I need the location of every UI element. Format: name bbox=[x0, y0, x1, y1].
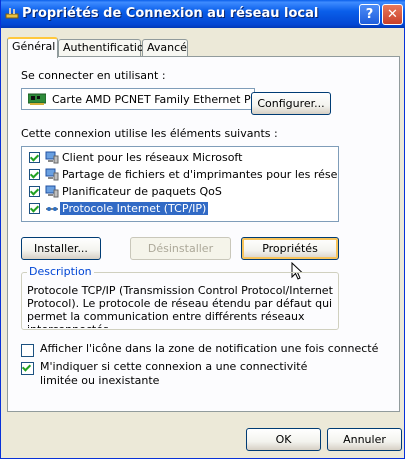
network-connection-icon bbox=[5, 8, 19, 19]
show-icon-label: Afficher l'icône dans la zone de notific… bbox=[40, 342, 379, 355]
notify-checkbox[interactable] bbox=[21, 362, 34, 375]
title-bar[interactable]: Propriétés de Connexion au réseau local … bbox=[1, 0, 405, 28]
description-title: Description bbox=[27, 265, 94, 278]
tab-authentication[interactable]: Authentification bbox=[58, 39, 151, 56]
configure-button[interactable]: Configurer... bbox=[251, 92, 331, 115]
list-item[interactable]: Partage de fichiers et d'imprimantes pou… bbox=[22, 166, 338, 183]
notify-label: M'indiquer si cette connexion a une conn… bbox=[40, 360, 308, 387]
description-text: Protocole TCP/IP (Transmission Control P… bbox=[27, 284, 333, 328]
network-adapter-icon bbox=[28, 93, 46, 105]
item-label: Partage de fichiers et d'imprimantes pou… bbox=[62, 168, 338, 181]
tab-general[interactable]: Général bbox=[7, 37, 58, 58]
item-checkbox[interactable] bbox=[29, 152, 40, 163]
show-icon-checkbox[interactable] bbox=[21, 344, 34, 357]
help-button[interactable]: ? bbox=[359, 4, 380, 25]
properties-dialog: Propriétés de Connexion au réseau local … bbox=[0, 0, 405, 459]
items-label: Cette connexion utilise les éléments sui… bbox=[21, 127, 278, 140]
list-item-selected[interactable]: Protocole Internet (TCP/IP) bbox=[22, 200, 338, 217]
item-checkbox[interactable] bbox=[29, 169, 40, 180]
adapter-field: Carte AMD PCNET Family Ethernet P bbox=[21, 88, 255, 110]
connect-using-label: Se connecter en utilisant : bbox=[21, 69, 166, 82]
close-button[interactable]: ✕ bbox=[382, 4, 403, 25]
item-checkbox[interactable] bbox=[29, 203, 40, 214]
file-printer-sharing-icon bbox=[45, 168, 59, 181]
cancel-button[interactable]: Annuler bbox=[327, 428, 402, 451]
uninstall-button[interactable]: Désinstaller bbox=[130, 237, 231, 260]
list-item[interactable]: Client pour les réseaux Microsoft bbox=[22, 149, 338, 166]
list-item[interactable]: Planificateur de paquets QoS bbox=[22, 183, 338, 200]
properties-button[interactable]: Propriétés bbox=[241, 237, 339, 260]
item-label: Protocole Internet (TCP/IP) bbox=[60, 202, 209, 215]
item-label: Client pour les réseaux Microsoft bbox=[62, 151, 243, 164]
item-label: Planificateur de paquets QoS bbox=[62, 185, 222, 198]
qos-scheduler-icon bbox=[45, 185, 59, 198]
components-list[interactable]: Client pour les réseaux Microsoft Partag… bbox=[21, 146, 339, 222]
network-client-icon bbox=[45, 151, 59, 164]
tab-advanced[interactable]: Avancé bbox=[142, 39, 188, 56]
protocol-icon bbox=[46, 207, 58, 211]
window-title: Propriétés de Connexion au réseau local bbox=[22, 6, 319, 21]
item-checkbox[interactable] bbox=[29, 186, 40, 197]
install-button[interactable]: Installer... bbox=[21, 237, 101, 260]
adapter-name: Carte AMD PCNET Family Ethernet P bbox=[52, 93, 251, 106]
ok-button[interactable]: OK bbox=[246, 428, 321, 451]
